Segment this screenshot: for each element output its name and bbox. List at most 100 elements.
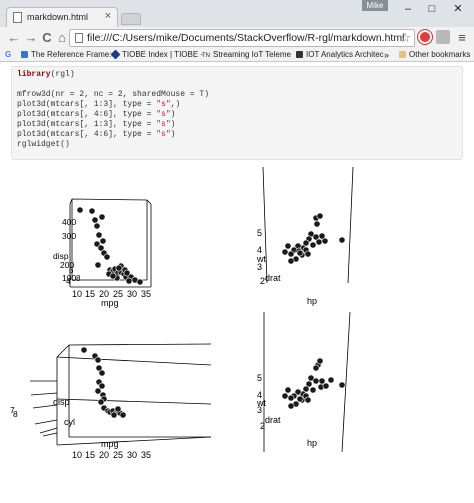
tab-markdown[interactable]: markdown.html × [6,7,118,27]
sphere-point [94,356,102,364]
sphere-point [136,278,144,286]
svg-text:30: 30 [127,289,137,299]
sphere-point [281,392,289,400]
sphere-point [76,206,84,214]
code-line: mfrow3d(nr = 2, nc = 2, sharedMouse = T) [17,90,210,99]
title-bar: markdown.html × Mike – □ ✕ [0,0,474,27]
plot3d-hp-drat-wt[interactable]: 5 4 3 2 wt drat hp [236,165,472,308]
sphere-point [316,212,324,220]
plot3d-hp-drat-wt-2[interactable]: 5 4 3 2 wt drat hp [236,310,472,455]
url-text[interactable]: file:///C:/Users/mike/Documents/StackOve… [87,32,404,44]
sphere-point [98,213,106,221]
plot3d-mpg-cyl-disp[interactable]: 400 300 disp 200 100 6 4 8 10 15 20 25 3… [0,160,235,310]
sphere-point [287,402,295,410]
sphere-point [80,346,88,354]
code-line: plot3d(mtcars[, 4:6], type = "s") [17,110,176,119]
extension-camera-icon[interactable] [436,30,450,44]
sphere-point [281,248,289,256]
forward-button[interactable]: → [23,29,39,47]
sphere-point [110,411,118,419]
sphere-point [98,369,106,377]
close-window-button[interactable]: ✕ [448,2,468,16]
document-icon [13,12,22,23]
code-line: plot3d(mtcars[, 4:6], type = "s") [17,130,176,139]
svg-text:35: 35 [141,450,151,460]
svg-text:10: 10 [72,450,82,460]
data-points [80,346,127,419]
sphere-point [296,249,304,257]
cyl-tick: 6 [69,266,74,275]
disp-tick: 400 [62,217,76,227]
sphere-point [287,250,295,258]
bookmark-reference-frame[interactable]: The Reference Frame: [21,49,111,61]
sphere-point [284,242,292,250]
bookmark-favicon-icon [296,51,303,58]
sphere-point [312,364,320,372]
tn-icon: TN [202,53,210,59]
wt-label: wt [256,398,266,408]
bookmark-tiobe[interactable]: TIOBE Index | TIOBE - [110,49,203,61]
menu-icon[interactable]: ≡ [454,29,470,47]
sphere-point [338,236,346,244]
sphere-point [338,381,346,389]
hp-label: hp [307,296,317,306]
sphere-point [123,269,131,277]
bookmark-streaming-iot[interactable]: TN Streaming IoT Teleme [202,49,291,62]
google-icon[interactable]: G [5,49,11,61]
sphere-point [88,207,96,215]
code-line: library(rgl) [17,70,75,79]
page-icon [75,33,83,43]
bookmark-iot-analytics[interactable]: IOT Analytics Architec [296,49,384,61]
disp-label: disp [53,397,70,407]
sphere-point [99,237,107,245]
maximize-button[interactable]: □ [422,2,442,16]
sphere-point [309,241,317,249]
bookmarks-overflow-icon[interactable]: » [384,49,389,61]
svg-text:5: 5 [257,228,262,238]
wt-label: wt [256,254,266,264]
svg-text:5: 5 [257,373,262,383]
cyl-tick: 8 [76,274,81,283]
back-button[interactable]: ← [6,29,22,47]
tab-close-icon[interactable]: × [105,10,111,22]
plot3d-mpg-cyl-disp-rotated[interactable]: 7 8 disp cyl mpg 10 15 20 25 30 35 [0,335,235,461]
home-button[interactable]: ⌂ [54,29,70,47]
data-points [281,212,346,265]
sphere-point [327,376,335,384]
sphere-point [94,261,102,269]
sphere-point [315,238,323,246]
sphere-point [97,398,105,406]
svg-text:15: 15 [85,289,95,299]
bounding-box [262,166,354,284]
mpg-label: mpg [101,298,119,308]
folder-icon [399,51,406,58]
svg-text:10: 10 [72,289,82,299]
bookmark-favicon-icon [21,51,28,58]
other-bookmarks[interactable]: Other bookmarks [399,49,470,61]
new-tab-button[interactable] [121,13,141,25]
sphere-point [114,405,122,413]
side-tick: 8 [13,409,18,419]
disp-tick: 300 [62,231,76,241]
svg-text:30: 30 [127,450,137,460]
address-bar[interactable]: file:///C:/Users/mike/Documents/StackOve… [69,29,415,47]
sphere-point [109,272,117,280]
user-badge[interactable]: Mike [362,0,388,11]
sphere-point [93,222,101,230]
cyl-label: cyl [64,417,75,427]
data-points [76,206,144,286]
tab-title: markdown.html [27,12,89,22]
extension-red-icon[interactable] [418,30,432,44]
minimize-button[interactable]: – [398,2,418,16]
svg-text:35: 35 [141,289,151,299]
svg-text:20: 20 [99,450,109,460]
sphere-point [103,253,111,261]
bookmark-star-icon[interactable]: ☆ [399,30,411,46]
sphere-point [316,357,324,365]
code-line: plot3d(mtcars[, 1:3], type = "s",) [17,100,181,109]
bounding-box [30,343,212,446]
reload-button[interactable]: C [39,29,55,47]
sphere-point [119,411,127,419]
drat-label: drat [265,415,281,425]
sphere-point [91,216,99,224]
